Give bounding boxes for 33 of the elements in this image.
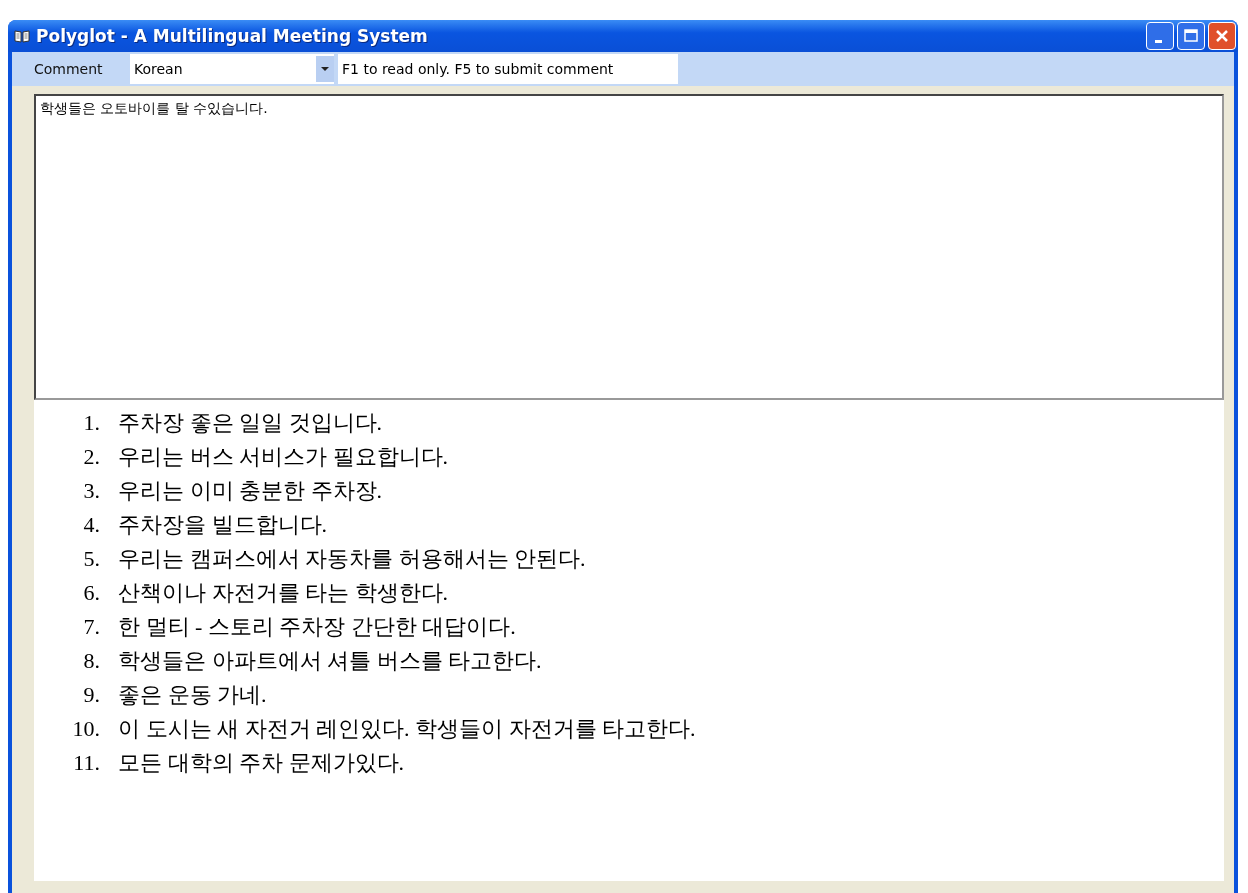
- list-number: 8.: [82, 648, 101, 674]
- book-icon: [14, 29, 30, 43]
- comment-label: Comment: [34, 61, 104, 77]
- language-dropdown[interactable]: Korean: [130, 54, 334, 84]
- window-title: Polyglot - A Multilingual Meeting System: [36, 26, 429, 46]
- list-number: 7.: [82, 614, 101, 640]
- maximize-button[interactable]: [1177, 22, 1205, 50]
- list-number: 6.: [82, 580, 101, 606]
- hint-text: F1 to read only. F5 to submit comment: [338, 54, 678, 84]
- list-number: 1.: [82, 410, 101, 436]
- comment-input-field[interactable]: 학생들은 오토바이를 탈 수있습니다.: [34, 94, 1224, 400]
- list-number: 9.: [82, 682, 101, 708]
- comment-text: 우리는 버스 서비스가 필요합니다.: [118, 443, 448, 471]
- caret-icon: [321, 67, 329, 71]
- list-number: 11.: [72, 750, 101, 776]
- comment-text: 한 멀티 - 스토리 주차장 간단한 대답이다.: [118, 613, 516, 641]
- comment-text: 모든 대학의 주차 문제가있다.: [118, 749, 404, 777]
- list-number: 5.: [82, 546, 101, 572]
- comment-text: 주차장을 빌드합니다.: [118, 511, 327, 539]
- comment-text: 우리는 캠퍼스에서 자동차를 허용해서는 안된다.: [118, 545, 586, 573]
- comment-text: 좋은 운동 가네.: [118, 681, 267, 709]
- comment-text: 산책이나 자전거를 타는 학생한다.: [118, 579, 448, 607]
- comment-text: 주차장 좋은 일일 것입니다.: [118, 409, 382, 437]
- list-number: 4.: [82, 512, 101, 538]
- comment-text: 우리는 이미 충분한 주차장.: [118, 477, 382, 505]
- minimize-button[interactable]: [1146, 22, 1174, 50]
- list-number: 2.: [82, 444, 101, 470]
- list-number: 3.: [82, 478, 101, 504]
- minimize-icon: [1154, 39, 1162, 43]
- comment-text: 학생들은 아파트에서 셔틀 버스를 타고한다.: [118, 647, 542, 675]
- close-button[interactable]: [1208, 22, 1236, 50]
- comment-text: 이 도시는 새 자전거 레인있다. 학생들이 자전거를 타고한다.: [118, 715, 696, 743]
- list-number: 10.: [71, 716, 101, 742]
